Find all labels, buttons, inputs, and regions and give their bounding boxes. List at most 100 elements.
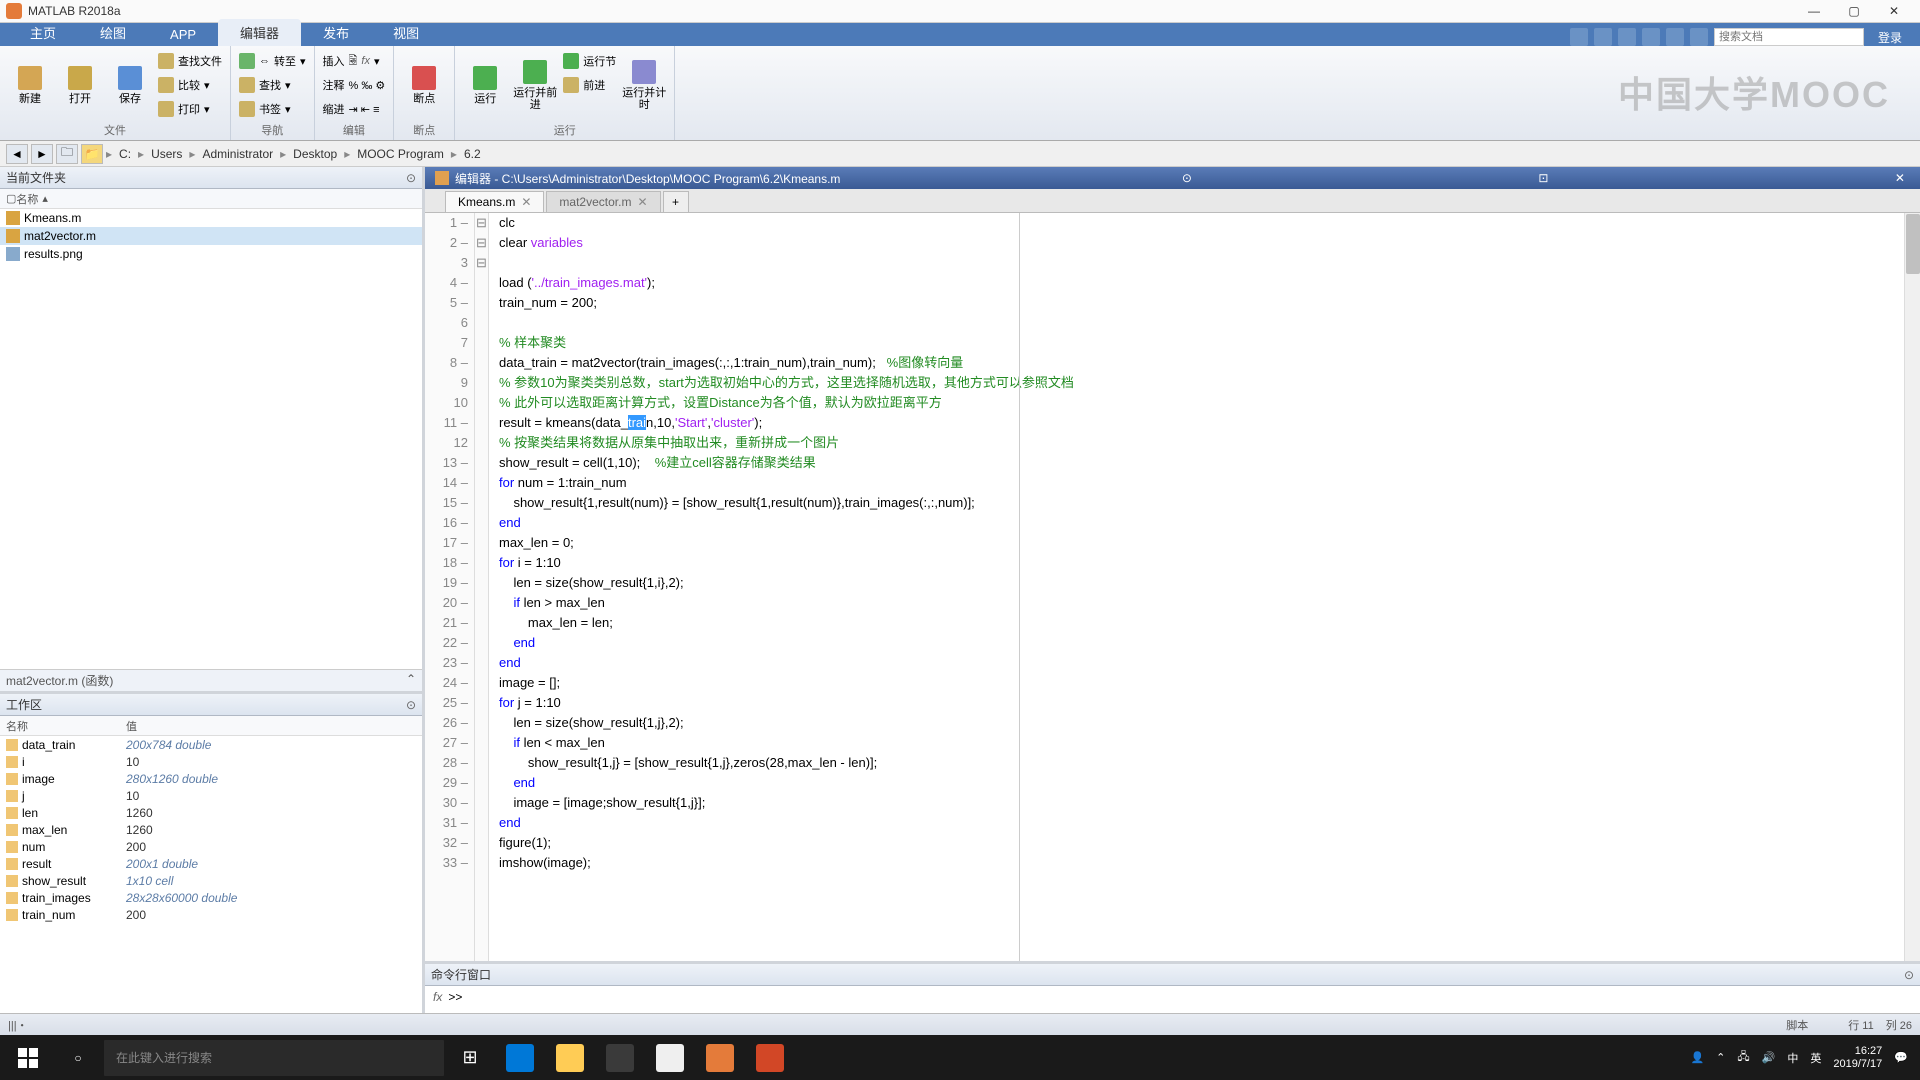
tab-mat2vector[interactable]: mat2vector.m✕ (546, 191, 660, 212)
workspace-row[interactable]: show_result1x10 cell (0, 872, 422, 889)
file-row[interactable]: mat2vector.m (0, 227, 422, 245)
start-button[interactable] (4, 1038, 52, 1078)
run-section-button[interactable]: 运行节 (563, 50, 616, 72)
tray-volume-icon[interactable]: 🔊 (1762, 1051, 1776, 1064)
bookmark-button[interactable]: 书签 ▾ (239, 98, 306, 120)
find-files-icon (158, 53, 174, 69)
tab-editor[interactable]: 编辑器 (218, 19, 301, 46)
indent-button[interactable]: 缩进 ⇥ ⇤ ≡ (323, 98, 386, 120)
tray-up-icon[interactable]: ⌃ (1716, 1051, 1725, 1064)
up-button[interactable]: 🗀 (56, 144, 78, 164)
insert-button[interactable]: 插入 🗟 fx ▾ (323, 50, 386, 72)
tray-clock[interactable]: 16:272019/7/17 (1833, 1045, 1882, 1071)
workspace-row[interactable]: train_images28x28x60000 double (0, 889, 422, 906)
find-button[interactable]: 查找 ▾ (239, 74, 306, 96)
workspace-row[interactable]: len1260 (0, 804, 422, 821)
run-time-icon (632, 60, 656, 84)
workspace-row[interactable]: j10 (0, 787, 422, 804)
goto-button[interactable]: ⇔转至 ▾ (239, 50, 306, 72)
close-button[interactable]: ✕ (1874, 4, 1914, 18)
quick-cut-icon[interactable] (1570, 28, 1588, 46)
window-title: MATLAB R2018a (28, 4, 1794, 18)
editor-close-icon[interactable]: ✕ (1890, 171, 1910, 185)
tab-kmeans[interactable]: Kmeans.m✕ (445, 191, 544, 212)
crumb-admin[interactable]: Administrator (198, 147, 277, 161)
quick-undo-icon[interactable] (1642, 28, 1660, 46)
matlab-task-icon[interactable] (696, 1038, 744, 1078)
col-name[interactable]: 名称 (16, 191, 38, 207)
ws-col-name[interactable]: 名称 (6, 718, 126, 734)
breakpoints-button[interactable]: 断点 (402, 50, 446, 120)
close-icon[interactable]: ✕ (637, 195, 647, 209)
workspace-row[interactable]: num200 (0, 838, 422, 855)
workspace-row[interactable]: i10 (0, 753, 422, 770)
editor-tabs: Kmeans.m✕ mat2vector.m✕ + (425, 189, 1920, 213)
powerpoint-icon[interactable] (746, 1038, 794, 1078)
run-advance-button[interactable]: 运行并前进 (513, 50, 557, 120)
advance-button[interactable]: 前进 (563, 74, 616, 96)
close-icon[interactable]: ✕ (521, 195, 531, 209)
tab-plot[interactable]: 绘图 (78, 19, 148, 46)
editor-undock-icon[interactable]: ⊡ (1533, 171, 1553, 185)
crumb-drive[interactable]: C: (115, 147, 135, 161)
panel-menu-icon[interactable]: ⊙ (406, 698, 416, 712)
explorer-icon[interactable] (546, 1038, 594, 1078)
new-button[interactable]: 新建 (8, 50, 52, 120)
tray-ime2[interactable]: 英 (1810, 1050, 1821, 1066)
workspace-row[interactable]: result200x1 double (0, 855, 422, 872)
detail-collapse-icon[interactable]: ⌃ (406, 672, 416, 686)
browse-button[interactable]: 📁 (81, 144, 103, 164)
crumb-62[interactable]: 6.2 (460, 147, 485, 161)
tray-people-icon[interactable]: 👤 (1690, 1051, 1704, 1064)
mail-icon[interactable] (646, 1038, 694, 1078)
store-icon[interactable] (596, 1038, 644, 1078)
workspace-row[interactable]: train_num200 (0, 906, 422, 923)
file-row[interactable]: Kmeans.m (0, 209, 422, 227)
workspace-row[interactable]: max_len1260 (0, 821, 422, 838)
crumb-users[interactable]: Users (147, 147, 186, 161)
code-editor[interactable]: 1 –2 –3 4 –5 –6 7 8 –9 10 11 –12 13 –14 … (425, 213, 1920, 961)
run-time-button[interactable]: 运行并计时 (622, 50, 666, 120)
tray-ime1[interactable]: 中 (1787, 1050, 1798, 1066)
find-files-button[interactable]: 查找文件 (158, 50, 222, 72)
maximize-button[interactable]: ▢ (1834, 4, 1874, 18)
tab-home[interactable]: 主页 (8, 19, 78, 46)
quick-copy-icon[interactable] (1594, 28, 1612, 46)
print-button[interactable]: 打印 ▾ (158, 98, 222, 120)
crumb-desktop[interactable]: Desktop (289, 147, 341, 161)
taskview-icon[interactable]: ⊞ (446, 1038, 494, 1078)
run-advance-icon (523, 60, 547, 84)
command-window[interactable]: fx>> (425, 986, 1920, 1013)
workspace-row[interactable]: image280x1260 double (0, 770, 422, 787)
edge-icon[interactable] (496, 1038, 544, 1078)
crumb-mooc[interactable]: MOOC Program (353, 147, 448, 161)
comment-button[interactable]: 注释 % ‰ ⚙ (323, 74, 386, 96)
workspace-row[interactable]: data_train200x784 double (0, 736, 422, 753)
back-button[interactable]: ◄ (6, 144, 28, 164)
cortana-icon[interactable]: ○ (54, 1038, 102, 1078)
quick-paste-icon[interactable] (1618, 28, 1636, 46)
editor-max-icon[interactable]: ⊙ (1177, 171, 1197, 185)
open-button[interactable]: 打开 (58, 50, 102, 120)
tray-network-icon[interactable]: 🖧 (1737, 1048, 1749, 1067)
tab-app[interactable]: APP (148, 23, 218, 46)
save-button[interactable]: 保存 (108, 50, 152, 120)
fwd-button[interactable]: ► (31, 144, 53, 164)
compare-button[interactable]: 比较 ▾ (158, 74, 222, 96)
doc-search-input[interactable] (1714, 28, 1864, 46)
tray-notifications-icon[interactable]: 💬 (1894, 1051, 1908, 1064)
scrollbar[interactable] (1904, 213, 1920, 961)
run-button[interactable]: 运行 (463, 50, 507, 120)
minimize-button[interactable]: — (1794, 4, 1834, 18)
panel-menu-icon[interactable]: ⊙ (1904, 968, 1914, 982)
tab-view[interactable]: 视图 (371, 19, 441, 46)
quick-help-icon[interactable] (1690, 28, 1708, 46)
ws-col-value[interactable]: 值 (126, 718, 137, 734)
login-button[interactable]: 登录 (1870, 29, 1910, 46)
panel-menu-icon[interactable]: ⊙ (406, 171, 416, 185)
file-row[interactable]: results.png (0, 245, 422, 263)
quick-redo-icon[interactable] (1666, 28, 1684, 46)
taskbar-search[interactable]: 在此键入进行搜索 (104, 1040, 444, 1076)
tab-publish[interactable]: 发布 (301, 19, 371, 46)
new-tab-button[interactable]: + (663, 191, 689, 212)
